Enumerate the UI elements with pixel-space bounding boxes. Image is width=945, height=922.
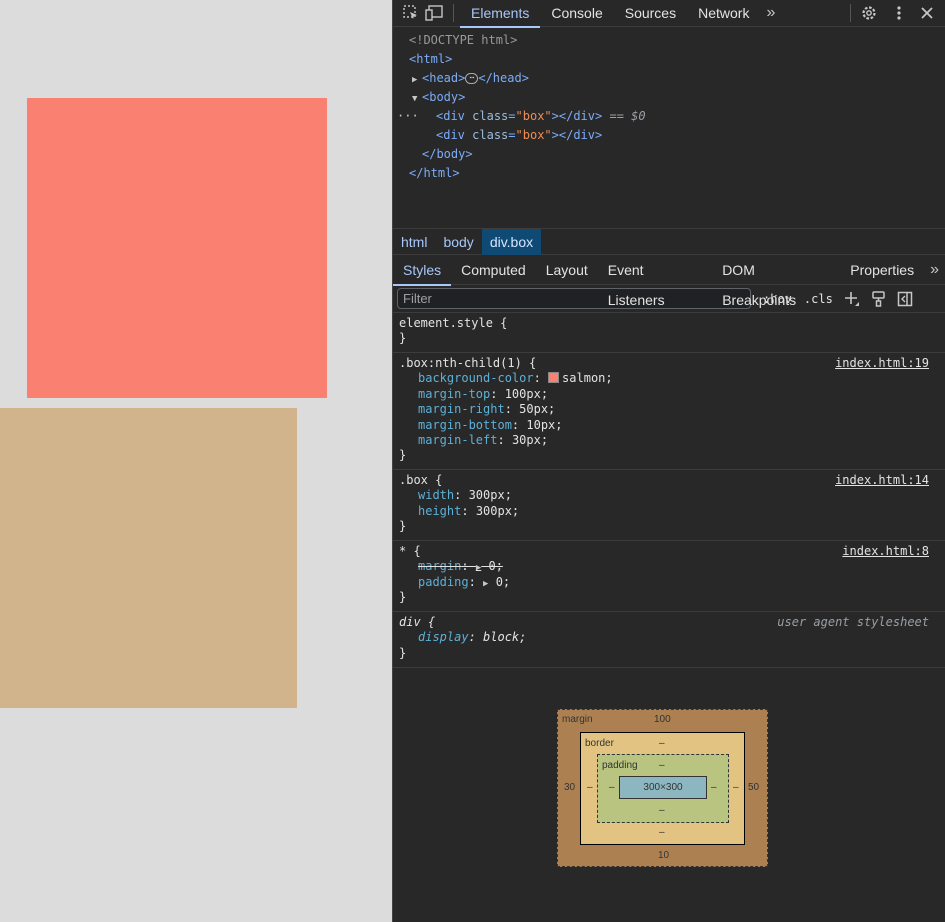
rule-close: } [399, 519, 407, 534]
padding-right-value[interactable]: – [711, 782, 717, 793]
dom-html-close[interactable]: </html> [393, 164, 945, 183]
device-toolbar-icon[interactable] [423, 0, 447, 27]
declaration-margin-right[interactable]: margin-right: 50px; [399, 402, 939, 417]
rule-selector: element.style { [399, 316, 508, 330]
rule-close: } [399, 590, 407, 605]
close-icon[interactable] [915, 0, 939, 27]
rule-universal[interactable]: index.html:8 * { margin: ▶ 0; padding: ▶… [393, 541, 945, 612]
more-tabs-icon[interactable]: » [760, 4, 781, 22]
margin-top-value[interactable]: 100 [654, 714, 671, 725]
paint-roller-icon[interactable] [871, 290, 887, 308]
box-model-content[interactable]: 300×300 [619, 776, 707, 799]
border-left-value[interactable]: – [587, 782, 593, 793]
source-link[interactable]: index.html:14 [835, 473, 929, 487]
declaration-margin-left[interactable]: margin-left: 30px; [399, 433, 939, 448]
declaration-height[interactable]: height: 300px; [399, 504, 939, 519]
declaration-margin-top[interactable]: margin-top: 100px; [399, 387, 939, 402]
breadcrumb: html body div.box [393, 228, 945, 255]
breadcrumb-html[interactable]: html [393, 229, 435, 255]
declaration-margin-overridden[interactable]: margin: ▶ 0; [399, 559, 939, 574]
breadcrumb-div-box[interactable]: div.box [481, 228, 542, 255]
padding-left-value[interactable]: – [609, 782, 615, 793]
box-model-margin[interactable]: margin 100 10 30 50 border – – – – paddi… [557, 709, 768, 867]
padding-bottom-value[interactable]: – [659, 805, 665, 816]
padding-label: padding [602, 760, 638, 771]
margin-right-value[interactable]: 50 [748, 782, 759, 793]
expand-triangle-icon[interactable]: ▶ [483, 579, 488, 589]
style-rules: element.style { } index.html:19 .box:nth… [393, 313, 945, 668]
color-swatch-icon[interactable] [548, 372, 560, 384]
rule-close: } [399, 331, 407, 346]
rule-close: } [399, 448, 407, 463]
tab-properties[interactable]: Properties [840, 255, 924, 285]
devtools-toolbar: Elements Console Sources Network » [393, 0, 945, 28]
rule-close: } [399, 645, 407, 660]
tab-network[interactable]: Network [687, 0, 760, 27]
tab-layout[interactable]: Layout [536, 255, 598, 285]
rule-element-style[interactable]: element.style { } [393, 313, 945, 353]
toggle-sidebar-icon[interactable] [897, 291, 913, 307]
ellipsis-icon[interactable]: ⋯ [465, 73, 479, 84]
expand-triangle-icon[interactable]: ▶ [476, 563, 481, 573]
border-top-value[interactable]: – [659, 738, 665, 749]
tab-event-listeners[interactable]: Event Listeners [598, 255, 712, 308]
dom-html-open[interactable]: <html> [393, 50, 945, 69]
styles-filter-bar: Filter :hov .cls [393, 285, 945, 313]
toolbar-separator [850, 4, 851, 22]
dom-body-node[interactable]: ▼ <body> [393, 88, 945, 107]
margin-label: margin [562, 714, 593, 725]
breadcrumb-body[interactable]: body [435, 229, 481, 255]
styles-subtabs: Styles Computed Layout Event Listeners D… [393, 255, 945, 308]
salmon-box[interactable] [27, 98, 327, 398]
box-model-padding[interactable]: padding – – – – 300×300 [597, 754, 729, 823]
tab-elements[interactable]: Elements [460, 0, 541, 28]
padding-top-value[interactable]: – [659, 760, 665, 771]
toolbar-separator [453, 4, 454, 22]
user-agent-label: user agent stylesheet [777, 615, 929, 629]
rule-box-nth-child[interactable]: index.html:19 .box:nth-child(1) { backgr… [393, 353, 945, 470]
box-model-border[interactable]: border – – – – padding – – – – 300×300 [580, 732, 745, 845]
kebab-menu-icon[interactable] [887, 0, 911, 27]
tab-dom-breakpoints[interactable]: DOM Breakpoints [712, 255, 840, 308]
declaration-display[interactable]: display: block; [399, 630, 939, 645]
dom-body-close[interactable]: </body> [393, 145, 945, 164]
tab-sources[interactable]: Sources [614, 0, 687, 27]
border-right-value[interactable]: – [733, 782, 739, 793]
dom-doctype[interactable]: <!DOCTYPE html> [393, 31, 945, 50]
more-subtabs-icon[interactable]: » [924, 261, 945, 279]
declaration-padding[interactable]: padding: ▶ 0; [399, 575, 939, 590]
rule-box[interactable]: index.html:14 .box { width: 300px; heigh… [393, 470, 945, 541]
dom-div-selected[interactable]: ··· <div class="box"></div> == $0 [393, 107, 945, 126]
declaration-width[interactable]: width: 300px; [399, 488, 939, 503]
gutter-dots-icon[interactable]: ··· [397, 107, 419, 126]
settings-icon[interactable] [857, 0, 881, 27]
dom-head-node[interactable]: ▶ <head> ⋯ </head> [393, 69, 945, 88]
border-bottom-value[interactable]: – [659, 827, 665, 838]
tab-computed[interactable]: Computed [451, 255, 536, 285]
declaration-margin-bottom[interactable]: margin-bottom: 10px; [399, 418, 939, 433]
declaration-background-color[interactable]: background-color: salmon; [399, 371, 939, 386]
tan-box[interactable] [0, 408, 297, 708]
tab-styles[interactable]: Styles [393, 255, 452, 286]
filter-input[interactable]: Filter [397, 288, 751, 309]
tab-console[interactable]: Console [540, 0, 613, 27]
rule-user-agent-div[interactable]: user agent stylesheet div { display: blo… [393, 612, 945, 668]
border-label: border [585, 738, 614, 749]
dom-tree: <!DOCTYPE html> <html> ▶ <head> ⋯ </head> ▼… [393, 27, 945, 229]
cls-button[interactable]: .cls [804, 292, 833, 306]
new-style-rule-icon[interactable] [843, 290, 861, 308]
margin-left-value[interactable]: 30 [564, 782, 575, 793]
dom-div-second[interactable]: <div class="box"></div> [393, 126, 945, 145]
source-link[interactable]: index.html:19 [835, 356, 929, 370]
source-link[interactable]: index.html:8 [842, 544, 929, 558]
margin-bottom-value[interactable]: 10 [658, 850, 669, 861]
devtools-panel: Elements Console Sources Network » <!DOC… [392, 0, 945, 922]
page-viewport [0, 0, 392, 922]
inspect-element-icon[interactable] [399, 0, 423, 27]
